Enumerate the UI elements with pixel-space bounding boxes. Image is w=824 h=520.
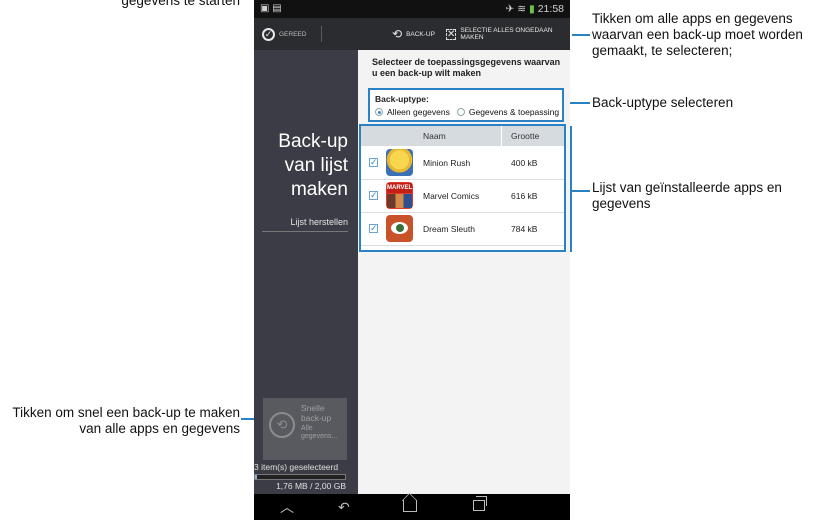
marvel-comics-icon: MARVEL	[386, 182, 413, 209]
action-bar-divider	[321, 26, 322, 42]
column-header-name[interactable]: Naam	[423, 131, 446, 141]
home-icon[interactable]	[403, 500, 417, 512]
table-row[interactable]: ✓ Dream Sleuth 784 kB	[361, 212, 564, 246]
restore-list-button[interactable]: Lijst herstellen	[290, 217, 348, 227]
app-size: 784 kB	[511, 224, 538, 234]
storage-bar	[254, 474, 346, 480]
marvel-logo: MARVEL	[387, 183, 413, 193]
sidebar-divider	[262, 231, 348, 232]
app-name: Minion Rush	[423, 158, 471, 168]
annotation-top-left: gegevens te starten	[121, 0, 240, 8]
row-checkbox[interactable]: ✓	[369, 158, 378, 167]
annotation-quick-backup: Tikken om snel een back-up te maken van …	[12, 405, 240, 436]
callout-line-select-all	[572, 34, 590, 36]
action-bar: ✓ GEREED ⟲ BACK-UP ✕ SELECTIE ALLES ONGE…	[254, 18, 570, 50]
navigation-bar: ︿ ↶	[254, 494, 570, 520]
column-header-size[interactable]: Grootte	[511, 131, 539, 141]
app-name: Dream Sleuth	[423, 224, 475, 234]
status-icons: ✈ ≋ ▮ 21:58	[506, 3, 564, 15]
sidebar: Back-up van lijst maken Lijst herstellen…	[254, 50, 358, 494]
radio-data-and-app[interactable]	[456, 108, 465, 116]
deselect-icon: ✕	[446, 28, 457, 40]
annotation-app-list: Lijst van geïnstalleerde apps en gegeven…	[592, 180, 782, 211]
quick-backup-button[interactable]: ⟲ Snelle back-up Alle gegevens...	[263, 398, 347, 460]
callout-line-app-list-h	[570, 190, 590, 192]
option-data-app-label: Gegevens & toepassing	[468, 107, 560, 117]
done-button[interactable]: ✓ GEREED	[262, 18, 306, 50]
marvel-heroes-art	[387, 194, 412, 208]
quick-backup-text: Snelle back-up Alle gegevens...	[301, 403, 345, 441]
sidebar-title-line: Back-up	[278, 131, 348, 152]
minion-rush-icon	[386, 149, 413, 176]
backup-icon: ⟲	[392, 27, 403, 41]
wifi-icon: ✈ ≋	[505, 3, 527, 15]
app-size: 400 kB	[511, 158, 538, 168]
deselect-label: SELECTIE ALLES ONGEDAAN MAKEN	[460, 27, 553, 41]
app-list: Naam Grootte ✓ Minion Rush 400 kB ✓ MARV…	[359, 124, 566, 252]
back-icon[interactable]: ↶	[338, 498, 350, 516]
backup-type-options: Alleen gegevens Gegevens & toepassing	[375, 107, 559, 117]
battery-icon: ▮	[529, 3, 535, 15]
callout-line-app-list-v	[570, 126, 572, 252]
app-size: 616 kB	[511, 191, 538, 201]
backup-button[interactable]: ⟲ BACK-UP	[392, 18, 435, 50]
storage-bar-fill	[255, 475, 257, 479]
clock: 21:58	[537, 3, 564, 15]
main-content: Selecteer de toepassingsgegevens waarvan…	[358, 50, 570, 494]
chevron-up-icon[interactable]: ︿	[280, 498, 294, 516]
device-screen: ▣ ▤ ✈ ≋ ▮ 21:58 ✓ GEREED ⟲ BACK-UP ✕ SEL…	[254, 0, 570, 520]
callout-line-backup-type	[570, 102, 590, 104]
quick-backup-icon: ⟲	[269, 412, 295, 438]
page-heading: Selecteer de toepassingsgegevens waarvan…	[372, 57, 561, 78]
app-list-header: Naam Grootte	[361, 126, 564, 146]
selected-count: 3 item(s) geselecteerd	[254, 462, 339, 472]
sidebar-title: Back-up van lijst maken	[278, 130, 348, 202]
annotation-select-all: Tikken om alle apps en gegevens waarvan …	[592, 11, 803, 58]
quick-backup-subtitle: Alle gegevens...	[301, 425, 338, 440]
done-label: GEREED	[279, 30, 307, 38]
eye-art	[391, 222, 408, 234]
dream-sleuth-icon	[386, 215, 413, 242]
annotation-backup-type: Back-uptype selecteren	[592, 95, 734, 110]
sidebar-title-line: maken	[290, 179, 348, 200]
status-bar: ▣ ▤ ✈ ≋ ▮ 21:58	[254, 0, 570, 18]
row-checkbox[interactable]: ✓	[369, 224, 378, 233]
backup-type-selector: Back-uptype: Alleen gegevens Gegevens & …	[368, 88, 564, 122]
sidebar-title-line: van lijst	[284, 155, 348, 176]
column-divider	[501, 126, 502, 146]
backup-type-label: Back-uptype:	[375, 94, 429, 104]
storage-text: 1,76 MB / 2,00 GB	[276, 481, 346, 491]
table-row[interactable]: ✓ Minion Rush 400 kB	[361, 146, 564, 180]
radio-data-only[interactable]	[375, 108, 383, 116]
table-row[interactable]: ✓ MARVEL Marvel Comics 616 kB	[361, 179, 564, 213]
backup-label: BACK-UP	[406, 30, 435, 38]
notification-icons: ▣ ▤	[260, 3, 282, 14]
check-icon: ✓	[262, 27, 275, 41]
deselect-all-button[interactable]: ✕ SELECTIE ALLES ONGEDAAN MAKEN	[446, 18, 570, 50]
recent-apps-icon[interactable]	[473, 496, 487, 511]
row-checkbox[interactable]: ✓	[369, 191, 378, 200]
app-name: Marvel Comics	[423, 191, 480, 201]
quick-backup-title: back-up	[301, 412, 332, 423]
option-data-only-label: Alleen gegevens	[387, 107, 450, 117]
